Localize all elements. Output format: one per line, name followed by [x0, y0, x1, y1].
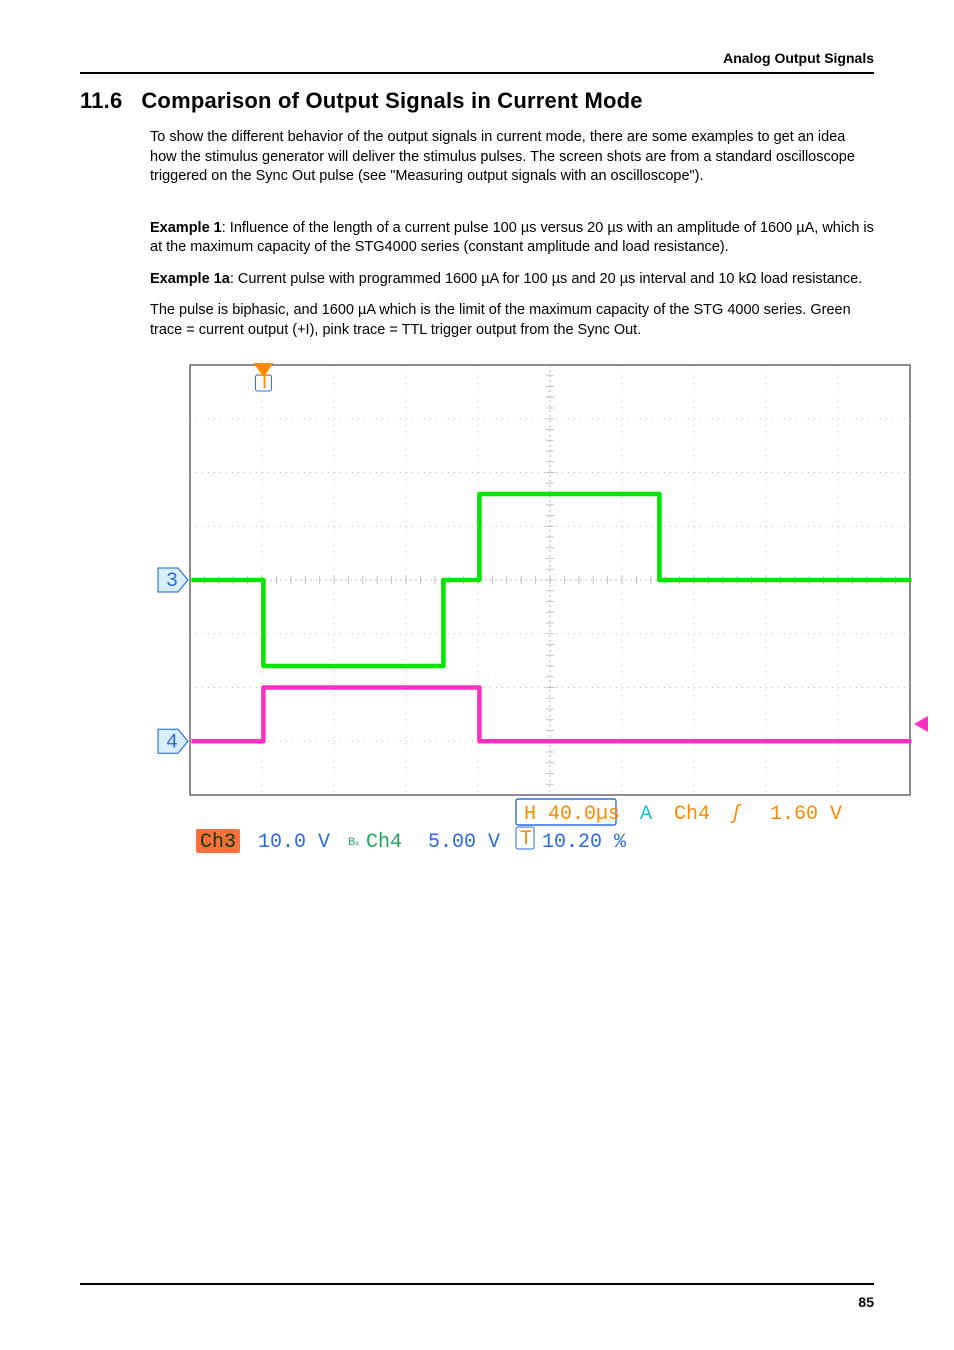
- svg-text:T: T: [520, 828, 532, 851]
- section-number: 11.6: [80, 88, 122, 113]
- running-head: Analog Output Signals: [80, 50, 874, 74]
- page-number: 85: [858, 1294, 874, 1310]
- svg-text:Bₓ: Bₓ: [348, 836, 359, 848]
- svg-text:1.60 V: 1.60 V: [770, 803, 842, 826]
- svg-text:T: T: [258, 372, 270, 395]
- body-column: To show the different behavior of the ou…: [150, 128, 874, 883]
- svg-text:H 40.0µs: H 40.0µs: [524, 803, 620, 826]
- svg-text:Ch3: Ch3: [200, 831, 236, 854]
- svg-text:3: 3: [166, 570, 178, 593]
- example1a-label: Example 1a: [150, 271, 230, 287]
- oscilloscope-svg: 3 4 T Ch3 10.0 V Bₓ Ch4 5.00 V H 40.0µs A Ch4 ʃ 1.60…: [150, 353, 940, 883]
- svg-text:10.20 %: 10.20 %: [542, 831, 627, 854]
- intro-para: To show the different behavior of the ou…: [150, 128, 874, 187]
- svg-text:ʃ: ʃ: [730, 803, 742, 826]
- page: Analog Output Signals 11.6 Comparison of…: [0, 0, 954, 1350]
- svg-text:A: A: [640, 803, 652, 826]
- example1a-para: Example 1a: Current pulse with programme…: [150, 270, 874, 290]
- section-title: 11.6 Comparison of Output Signals in Cur…: [80, 88, 874, 114]
- example1-text: : Influence of the length of a current p…: [150, 220, 874, 256]
- svg-text:10.0 V: 10.0 V: [258, 831, 330, 854]
- example1a-desc: The pulse is biphasic, and 1600 µA which…: [150, 301, 874, 340]
- section-heading: Comparison of Output Signals in Current …: [141, 88, 642, 113]
- svg-text:Ch4: Ch4: [366, 831, 402, 854]
- example1-para: Example 1: Influence of the length of a …: [150, 219, 874, 258]
- svg-text:4: 4: [166, 731, 178, 754]
- oscilloscope-figure: 3 4 T Ch3 10.0 V Bₓ Ch4 5.00 V H 40.0µs A Ch4 ʃ 1.60…: [150, 353, 874, 883]
- svg-text:5.00 V: 5.00 V: [428, 831, 500, 854]
- example1-label: Example 1: [150, 220, 222, 236]
- footer-rule: [80, 1283, 874, 1285]
- example1a-text: : Current pulse with programmed 1600 µA …: [230, 271, 862, 287]
- svg-text:Ch4: Ch4: [674, 803, 710, 826]
